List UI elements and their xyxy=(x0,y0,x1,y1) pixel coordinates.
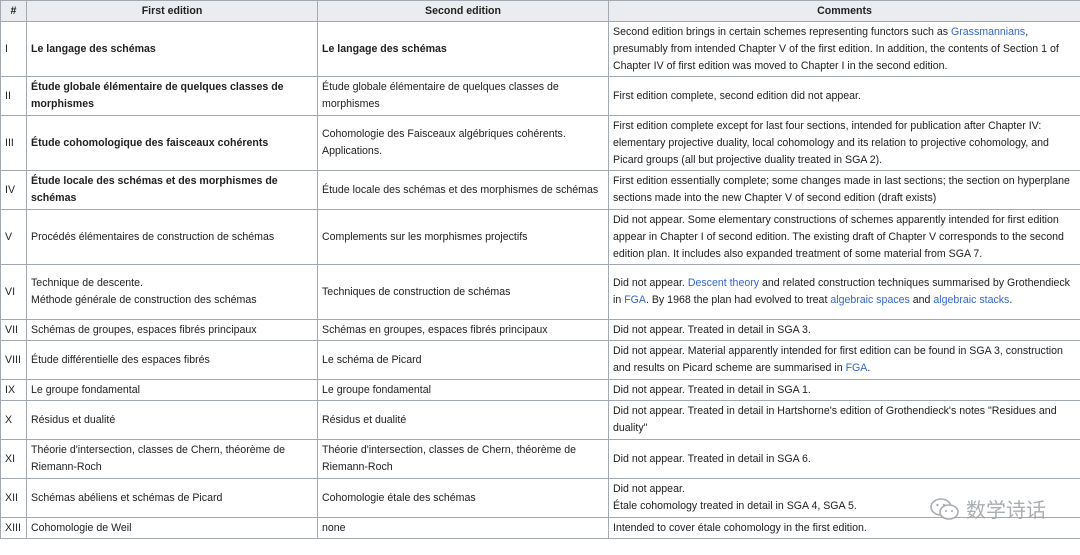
chapter-number: IV xyxy=(0,170,27,210)
table-row: XI Théorie d'intersection, classes de Che… xyxy=(0,439,1080,479)
chapter-number: XIII xyxy=(0,517,27,539)
chapter-number: IX xyxy=(0,379,27,401)
first-edition-title: Technique de descente. Méthode générale d… xyxy=(26,264,318,320)
first-edition-title: Cohomologie de Weil xyxy=(26,517,318,539)
header-first-edition[interactable]: First edition xyxy=(26,0,318,22)
table-row: VIII Étude différentielle des espaces fib… xyxy=(0,340,1080,380)
watermark: 数学诗话 xyxy=(930,494,1046,523)
chapter-number: XII xyxy=(0,478,27,518)
second-edition-title: none xyxy=(317,517,609,539)
comment-text: Did not appear. Treated in detail in SGA… xyxy=(613,323,811,336)
first-edition-title: Procédés élémentaires de construction de… xyxy=(26,209,318,265)
comment-cell: Did not appear. Treated in detail in SGA… xyxy=(608,319,1080,341)
comment-cell: Did not appear. Some elementary construc… xyxy=(608,209,1080,265)
table-body: I Le langage des schémas Le langage des sc… xyxy=(0,21,1080,539)
comment-text: Did not appear. Étale cohomology treated … xyxy=(613,483,857,512)
table-row: I Le langage des schémas Le langage des sc… xyxy=(0,21,1080,77)
comment-text: Did not appear. Material apparently inte… xyxy=(613,345,1063,374)
comment-text: Intended to cover étale cohomology in th… xyxy=(613,521,867,534)
first-edition-title: Le langage des schémas xyxy=(26,21,318,77)
watermark-text: 数学诗话 xyxy=(966,498,1046,522)
comment-cell: First edition complete, second edition d… xyxy=(608,76,1080,116)
table-row: XII Schémas abéliens et schémas de Picard… xyxy=(0,478,1080,518)
second-edition-title: Théorie d'intersection, classes de Chern… xyxy=(317,439,609,479)
second-edition-title: Techniques de construction de schémas xyxy=(317,264,609,320)
chapter-number: I xyxy=(0,21,27,77)
comment-cell: Second edition brings in certain schemes… xyxy=(608,21,1080,77)
header-row: # First edition Second edition Comments xyxy=(0,0,1080,22)
first-edition-title: Le groupe fondamental xyxy=(26,379,318,401)
second-edition-title: Étude locale des schémas et des morphism… xyxy=(317,170,609,210)
comment-text: Did not appear. xyxy=(613,277,688,289)
first-edition-title: Schémas abéliens et schémas de Picard xyxy=(26,478,318,518)
chapter-number: X xyxy=(0,400,27,440)
comment-text: Second edition brings in certain schemes… xyxy=(613,25,952,38)
first-edition-title: Étude cohomologique des faisceaux cohére… xyxy=(26,115,318,171)
comment-text: . By 1968 the plan had evolved to treat xyxy=(645,294,831,306)
wiki-link[interactable]: FGA xyxy=(624,294,646,306)
second-edition-title: Le groupe fondamental xyxy=(317,379,609,401)
comment-text: First edition complete, second edition d… xyxy=(613,89,861,102)
wiki-link[interactable]: Descent theory xyxy=(688,277,759,289)
table-row: VII Schémas de groupes, espaces fibrés pr… xyxy=(0,319,1080,341)
comment-text: Did not appear. Treated in detail in SGA… xyxy=(613,383,811,396)
comment-cell: Did not appear. Treated in detail in SGA… xyxy=(608,379,1080,401)
comment-cell: First edition complete except for last f… xyxy=(608,115,1080,171)
first-edition-title: Schémas de groupes, espaces fibrés princ… xyxy=(26,319,318,341)
chapter-number: V xyxy=(0,209,27,265)
comment-text: Did not appear. Treated in detail in SGA… xyxy=(613,452,811,465)
table-row: III Étude cohomologique des faisceaux coh… xyxy=(0,115,1080,171)
table-row: II Étude globale élémentaire de quelques … xyxy=(0,76,1080,116)
wiki-link[interactable]: FGA xyxy=(846,362,868,374)
comment-cell: Did not appear. Treated in detail in SGA… xyxy=(608,439,1080,479)
wiki-link[interactable]: algebraic stacks xyxy=(933,294,1009,306)
chapter-number: VII xyxy=(0,319,27,341)
comment-cell: Did not appear. Treated in detail in Har… xyxy=(608,400,1080,440)
comment-text: . xyxy=(867,362,871,374)
comment-text: . xyxy=(1009,294,1013,306)
second-edition-title: Étude globale élémentaire de quelques cl… xyxy=(317,76,609,116)
header-num[interactable]: # xyxy=(0,0,27,22)
comment-text: Did not appear. Some elementary construc… xyxy=(613,213,1064,260)
table-row: X Résidus et dualité Résidus et dualité Did… xyxy=(0,400,1080,440)
wiki-link[interactable]: algebraic spaces xyxy=(830,294,910,306)
comment-cell: Did not appear. Material apparently inte… xyxy=(608,340,1080,380)
chapter-number: II xyxy=(0,76,27,116)
first-edition-title: Étude globale élémentaire de quelques cl… xyxy=(26,76,318,116)
table-row: XIII Cohomologie de Weil none Intended to c… xyxy=(0,517,1080,539)
chapter-number: III xyxy=(0,115,27,171)
first-edition-title: Étude différentielle des espaces fibrés xyxy=(26,340,318,380)
header-comments[interactable]: Comments xyxy=(608,0,1080,22)
second-edition-title: Complements sur les morphismes projectif… xyxy=(317,209,609,265)
comment-text: First edition complete except for last f… xyxy=(613,119,1049,166)
first-edition-title: Résidus et dualité xyxy=(26,400,318,440)
editions-table: # First edition Second edition Comments … xyxy=(0,0,1080,539)
second-edition-title: Le schéma de Picard xyxy=(317,340,609,380)
header-second-edition[interactable]: Second edition xyxy=(317,0,609,22)
wiki-link[interactable]: Grassmannians xyxy=(951,26,1025,38)
second-edition-title: Cohomologie étale des schémas xyxy=(317,478,609,518)
comment-text: and xyxy=(909,294,934,306)
second-edition-title: Le langage des schémas xyxy=(317,21,609,77)
chapter-number: XI xyxy=(0,439,27,479)
chapter-number: VI xyxy=(0,264,27,320)
table-row: VI Technique de descente. Méthode générale… xyxy=(0,264,1080,320)
comment-cell: Did not appear. Descent theory and relat… xyxy=(608,264,1080,320)
table-row: IX Le groupe fondamental Le groupe fondame… xyxy=(0,379,1080,401)
table-row: IV Étude locale des schémas et des morphi… xyxy=(0,170,1080,210)
first-edition-title: Théorie d'intersection, classes de Chern… xyxy=(26,439,318,479)
first-edition-title: Étude locale des schémas et des morphism… xyxy=(26,170,318,210)
table-row: V Procédés élémentaires de construction d… xyxy=(0,209,1080,265)
comment-text: First edition essentially complete; some… xyxy=(613,175,1070,204)
comment-cell: First edition essentially complete; some… xyxy=(608,170,1080,210)
second-edition-title: Résidus et dualité xyxy=(317,400,609,440)
wechat-icon xyxy=(930,497,959,520)
chapter-number: VIII xyxy=(0,340,27,380)
second-edition-title: Cohomologie des Faisceaux algébriques co… xyxy=(317,115,609,171)
comment-text: Did not appear. Treated in detail in Har… xyxy=(613,405,1057,434)
second-edition-title: Schémas en groupes, espaces fibrés princ… xyxy=(317,319,609,341)
